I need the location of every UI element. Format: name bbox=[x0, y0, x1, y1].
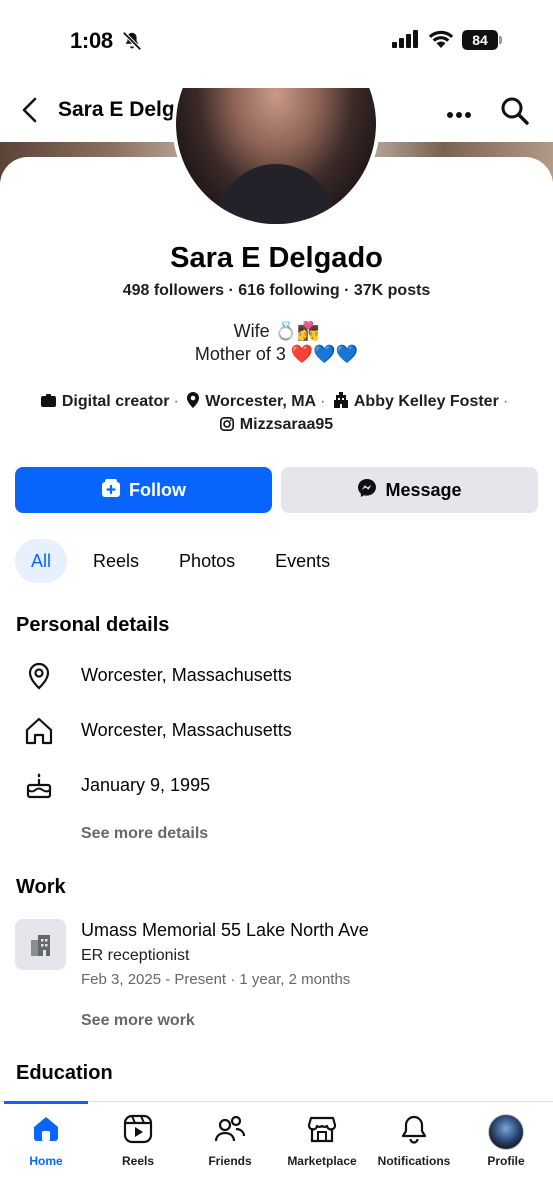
see-more-work-link[interactable]: See more work bbox=[81, 1012, 195, 1030]
profile-meta-row: Digital creator · Worcester, MA · Abby Kel… bbox=[0, 392, 553, 413]
job-role: ER receptionist bbox=[81, 947, 190, 964]
category-text: Digital creator bbox=[61, 393, 170, 410]
status-time: 1:08 bbox=[70, 28, 113, 53]
friends-icon bbox=[184, 1114, 276, 1144]
see-more-details-link[interactable]: See more details bbox=[81, 825, 208, 843]
wifi-icon bbox=[428, 28, 454, 55]
back-arrow-icon[interactable] bbox=[18, 96, 42, 129]
nav-label: Marketplace bbox=[287, 1154, 357, 1168]
follow-button[interactable]: Follow bbox=[15, 467, 272, 513]
nav-label: Reels bbox=[121, 1154, 155, 1168]
employer-name[interactable]: Umass Memorial 55 Lake North Ave bbox=[81, 920, 369, 941]
education-title: Education bbox=[16, 1062, 113, 1084]
job-dates: Feb 3, 2025 - Present · 1 year, 2 months bbox=[81, 971, 351, 988]
cellular-signal-icon bbox=[392, 30, 420, 53]
silent-mode-icon bbox=[121, 30, 143, 57]
profile-avatar bbox=[460, 1114, 552, 1150]
nav-profile[interactable]: Profile bbox=[460, 1102, 552, 1182]
status-bar: 1:08 84 bbox=[0, 0, 553, 80]
bio-line: Wife 💍👩‍❤️‍💋‍👨 bbox=[233, 321, 320, 341]
bio-line: Mother of 3 ❤️💙💙 bbox=[194, 344, 359, 364]
work-title: Work bbox=[16, 876, 66, 898]
follow-icon bbox=[101, 478, 121, 503]
birthday-row: January 9, 1995 bbox=[0, 765, 553, 805]
follow-label: Follow bbox=[129, 479, 186, 500]
tab-all[interactable]: All bbox=[15, 539, 68, 583]
profile-bio: Wife 💍👩‍❤️‍💋‍👨 Mother of 3 ❤️💙💙 bbox=[0, 320, 553, 366]
school-text: Abby Kelley Foster bbox=[353, 393, 499, 410]
hometown-row: Worcester, Massachusetts bbox=[0, 710, 553, 750]
bell-icon bbox=[368, 1114, 460, 1144]
birthday-text: January 9, 1995 bbox=[81, 775, 211, 795]
nav-label: Home bbox=[29, 1154, 63, 1168]
message-button[interactable]: Message bbox=[281, 467, 538, 513]
nav-reels[interactable]: Reels bbox=[92, 1102, 184, 1182]
profile-meta-row-2: Mizzsaraa95 bbox=[0, 416, 553, 436]
profile-stats[interactable]: 498 followers · 616 following · 37K post… bbox=[0, 282, 553, 300]
tab-photos[interactable]: Photos bbox=[159, 539, 255, 583]
home-icon bbox=[24, 716, 54, 751]
location-pin-icon bbox=[187, 392, 200, 413]
profile-tabs: All Reels Photos Events bbox=[15, 538, 350, 584]
messenger-icon bbox=[357, 478, 377, 503]
nav-label: Notifications bbox=[377, 1154, 451, 1168]
battery-icon: 84 bbox=[462, 30, 502, 50]
home-icon bbox=[0, 1114, 92, 1144]
instagram-handle[interactable]: Mizzsaraa95 bbox=[240, 416, 333, 433]
battery-level: 84 bbox=[462, 30, 498, 50]
personal-details-title: Personal details bbox=[16, 614, 170, 636]
tab-reels[interactable]: Reels bbox=[73, 539, 159, 583]
current-city-text: Worcester, Massachusetts bbox=[81, 665, 292, 685]
location-pin-icon bbox=[24, 661, 54, 696]
tab-events[interactable]: Events bbox=[255, 539, 350, 583]
reels-icon bbox=[92, 1114, 184, 1144]
search-icon[interactable] bbox=[500, 96, 530, 131]
building-icon bbox=[333, 392, 348, 413]
workplace-icon[interactable] bbox=[15, 919, 66, 970]
nav-home[interactable]: Home bbox=[0, 1102, 92, 1182]
profile-name: Sara E Delgado bbox=[170, 242, 383, 274]
hometown-text: Worcester, Massachusetts bbox=[81, 720, 292, 740]
bottom-navigation: Home Reels Friends Marketplace Notificat… bbox=[0, 1101, 553, 1200]
nav-marketplace[interactable]: Marketplace bbox=[276, 1102, 368, 1182]
nav-notifications[interactable]: Notifications bbox=[368, 1102, 460, 1182]
instagram-icon bbox=[219, 417, 234, 436]
message-label: Message bbox=[385, 479, 462, 500]
marketplace-icon bbox=[276, 1114, 368, 1144]
nav-label: Profile bbox=[487, 1154, 525, 1168]
nav-friends[interactable]: Friends bbox=[184, 1102, 276, 1182]
more-options-icon[interactable] bbox=[446, 106, 472, 124]
birthday-cake-icon bbox=[24, 771, 54, 806]
current-city-row: Worcester, Massachusetts bbox=[0, 655, 553, 695]
briefcase-icon bbox=[40, 394, 56, 413]
nav-label: Friends bbox=[208, 1154, 252, 1168]
location-text: Worcester, MA bbox=[205, 393, 317, 410]
